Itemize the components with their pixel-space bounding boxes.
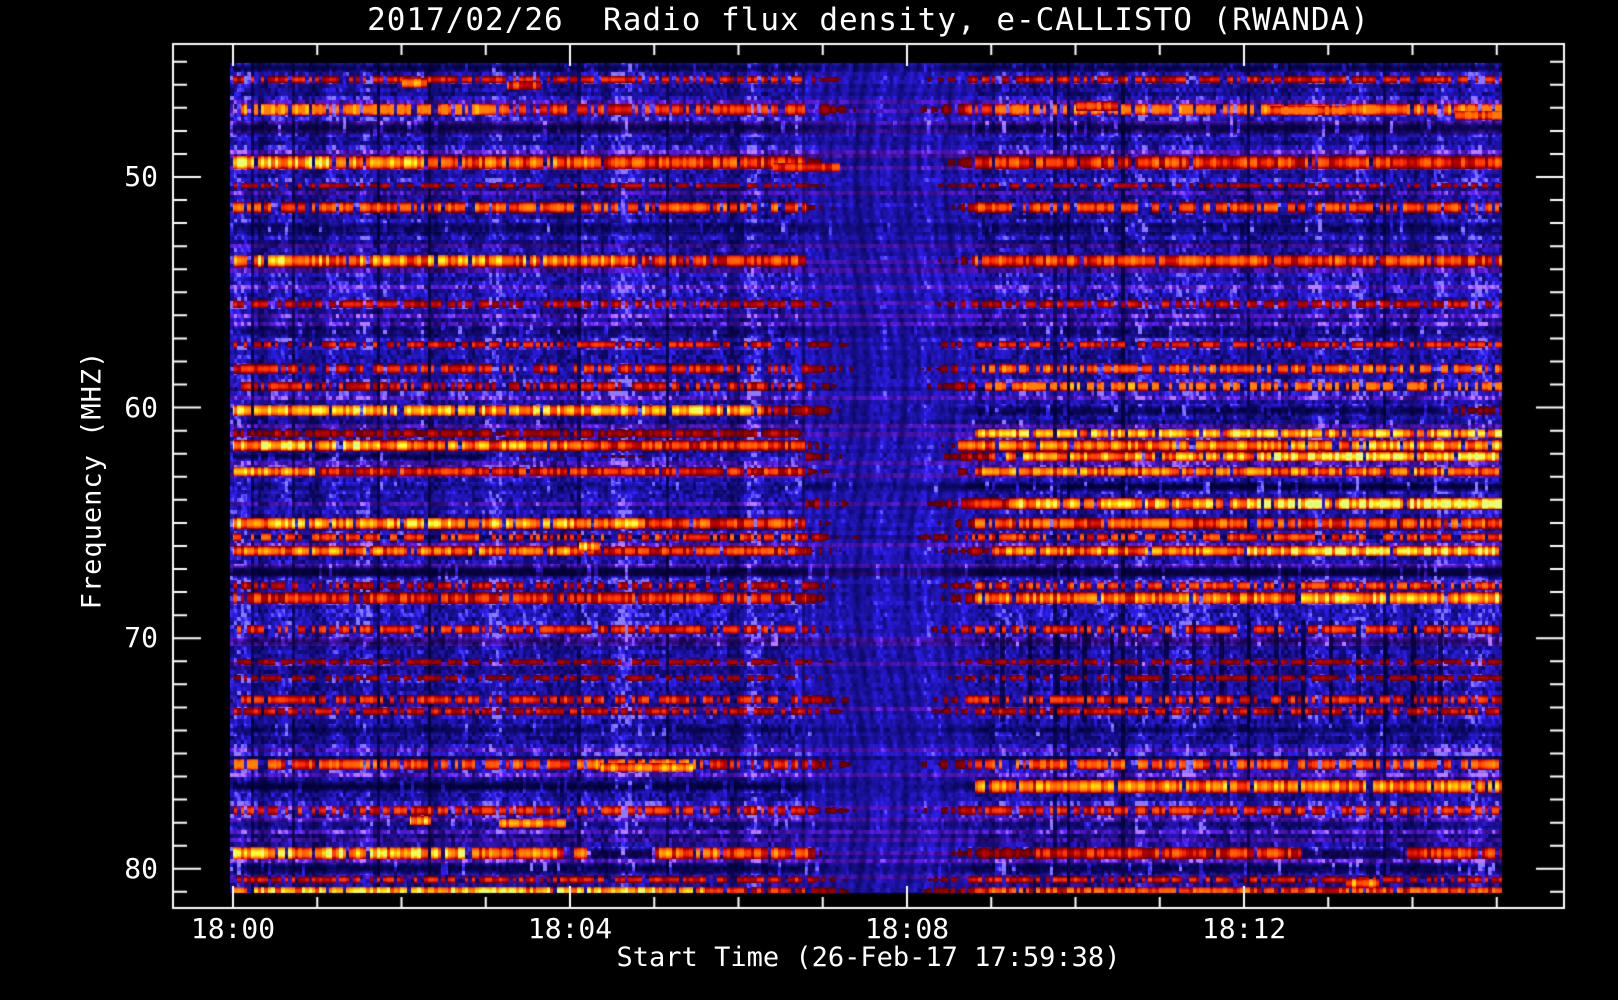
spectrogram-canvas	[0, 0, 1618, 1000]
x-axis-title: Start Time (26-Feb-17 17:59:38)	[616, 942, 1121, 973]
x-tick-label: 18:08	[864, 912, 950, 945]
x-tick-label: 18:04	[527, 912, 613, 945]
y-tick-label: 70	[124, 621, 158, 655]
x-tick-label: 18:12	[1201, 912, 1287, 945]
y-axis-title: Frequency (MHZ)	[76, 350, 108, 610]
spectrogram-figure: 2017/02/26 Radio flux density, e-CALLIST…	[0, 0, 1618, 1000]
y-tick-label: 50	[124, 159, 158, 193]
x-tick-label: 18:00	[190, 912, 276, 945]
plot-title: 2017/02/26 Radio flux density, e-CALLIST…	[367, 2, 1370, 38]
y-tick-label: 60	[124, 390, 158, 424]
y-tick-label: 80	[124, 851, 158, 885]
